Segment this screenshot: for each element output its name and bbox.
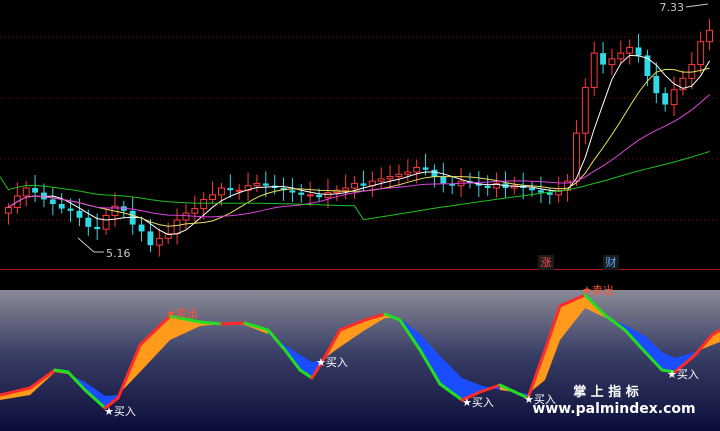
candle-body <box>484 185 491 188</box>
candle-body <box>581 86 589 134</box>
candle-body <box>670 89 678 106</box>
candle-body <box>653 76 660 94</box>
candle-body <box>306 194 314 197</box>
candle-body <box>386 176 394 180</box>
high-price-label: 7.33 <box>660 1 685 14</box>
candle-body <box>155 237 163 246</box>
sell-signal-label: ★卖出 <box>166 306 198 320</box>
candle-body <box>58 204 65 209</box>
candle-body <box>173 219 181 235</box>
candle-body <box>635 47 642 56</box>
candle-body <box>85 217 92 227</box>
candle-body <box>351 182 358 189</box>
candle-body <box>235 189 243 192</box>
candle-body <box>253 182 261 187</box>
finance-badge-label: 财 <box>606 255 617 269</box>
candle-body <box>590 52 598 88</box>
candle-body <box>600 53 606 65</box>
candle-body <box>342 187 350 191</box>
candle-body <box>697 41 705 66</box>
candle-body <box>289 190 296 193</box>
sell-signal-label: ★卖出 <box>582 283 614 297</box>
candle-body <box>209 194 216 200</box>
candle-body <box>49 199 56 204</box>
candle-body <box>360 183 367 186</box>
candle-body <box>76 210 83 218</box>
buy-signal-label: ★买入 <box>462 396 494 409</box>
candle-body <box>546 192 553 195</box>
candle-body <box>395 173 403 178</box>
candle-body <box>102 214 110 230</box>
candle-body <box>200 198 208 210</box>
candle-body <box>182 212 190 221</box>
candle-body <box>662 93 669 105</box>
candle-body <box>67 208 74 211</box>
low-price-label: 5.16 <box>106 247 131 260</box>
candle-body <box>262 183 269 186</box>
buy-signal-label: ★买入 <box>316 356 348 369</box>
candle-body <box>617 52 625 60</box>
watermark-title: 掌 上 指 标 <box>573 384 639 400</box>
candle-body <box>529 188 535 191</box>
stock-chart: 7.33 5.16 涨 财 ★买入 ★买入 ★买入 ★买入 ★买入 ★卖出 ★卖… <box>0 0 720 431</box>
finance-badge[interactable]: 财 <box>603 255 619 270</box>
candle-body <box>608 58 616 66</box>
buy-signal-label: ★买入 <box>104 405 136 418</box>
candle-body <box>298 192 305 195</box>
candle-body <box>626 46 634 54</box>
candle-body <box>431 169 438 177</box>
rise-badge-label: 涨 <box>541 256 552 269</box>
candle-body <box>22 187 30 197</box>
candle-body <box>422 167 429 170</box>
candle-body <box>94 226 101 230</box>
rising-segment <box>220 321 247 326</box>
candle-body <box>5 206 12 214</box>
candle-body <box>440 176 447 184</box>
candle-body <box>41 192 47 200</box>
candle-body <box>191 208 199 214</box>
watermark-url: www.palmindex.com <box>532 401 695 417</box>
candle-body <box>377 178 385 182</box>
buy-signal-label: ★买入 <box>667 368 699 381</box>
candle-body <box>147 231 154 246</box>
candle-body <box>316 194 322 198</box>
candle-body <box>706 29 713 43</box>
candle-body <box>413 166 421 173</box>
falling-segment <box>198 320 224 326</box>
candle-body <box>138 224 145 232</box>
candle-body <box>32 188 38 193</box>
candle-body <box>404 171 412 175</box>
candle-body <box>218 187 225 196</box>
candle-body <box>538 190 544 193</box>
candle-body <box>227 188 234 191</box>
falling-segment <box>53 368 70 374</box>
rise-badge[interactable]: 涨 <box>538 255 554 270</box>
